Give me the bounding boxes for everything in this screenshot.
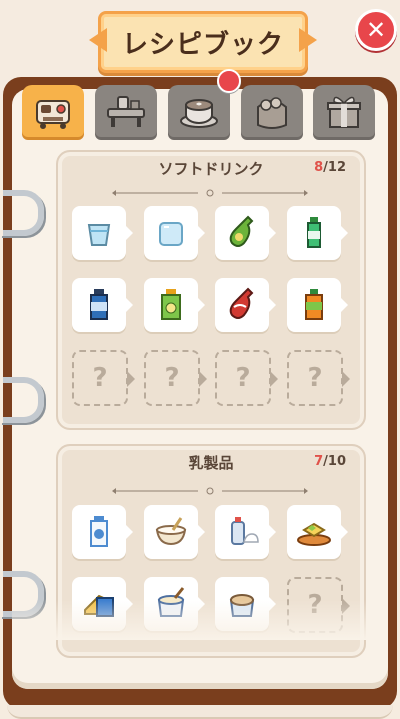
latte-icon [180, 99, 218, 128]
collection-count: 8/12 [314, 160, 346, 175]
tab-latte[interactable] [168, 85, 230, 137]
workbench-icon [107, 96, 145, 127]
recipe-slot[interactable] [72, 278, 133, 332]
title-plate: レシピブック [98, 11, 308, 73]
tab-gift[interactable] [313, 85, 375, 137]
recipe-slot[interactable] [287, 206, 348, 260]
milk-bottle-icon [90, 516, 108, 547]
ornament-divider [112, 487, 308, 495]
page-edge [7, 705, 393, 719]
whipped-cream-icon [231, 517, 259, 545]
blue-bottle-icon [90, 289, 108, 320]
soda-bottle-icon [307, 217, 321, 248]
recipe-slot[interactable] [72, 505, 133, 559]
page-title: レシピブック [121, 29, 284, 60]
tab-bread[interactable] [241, 85, 303, 137]
ornament-divider [112, 189, 308, 197]
butter-plate-icon [297, 522, 331, 546]
water-glass-icon [87, 224, 111, 246]
notification-dot [217, 69, 241, 93]
ice-cube-icon [159, 222, 183, 246]
cola-bottle-icon [229, 287, 254, 319]
bread-bag-icon [257, 97, 287, 129]
recipe-slot[interactable] [287, 505, 348, 559]
lime-juice-icon [161, 289, 181, 320]
recipe-slot[interactable] [144, 206, 205, 260]
locked-slot[interactable]: ? [215, 350, 278, 406]
green-bottle-icon [229, 215, 254, 247]
recipe-slot[interactable] [287, 278, 348, 332]
tab-machine[interactable] [22, 85, 84, 137]
close-icon: ✕ [365, 16, 387, 44]
recipe-slot[interactable] [215, 278, 276, 332]
binder-ring [0, 377, 44, 423]
tab-workbench[interactable] [95, 85, 157, 137]
collection-count: 7/10 [314, 454, 346, 469]
recipe-slot[interactable] [72, 206, 133, 260]
recipe-slot[interactable] [215, 505, 276, 559]
recipe-slot[interactable] [144, 505, 205, 559]
locked-slot[interactable]: ? [287, 350, 350, 406]
locked-slot[interactable]: ? [72, 350, 135, 406]
binder-ring [0, 190, 44, 236]
gift-icon [327, 96, 361, 128]
locked-slot[interactable]: ? [144, 350, 207, 406]
yogurt-bowl-icon [155, 517, 187, 546]
recipe-slot[interactable] [144, 278, 205, 332]
orange-soda-icon [305, 289, 323, 320]
recipe-slot[interactable] [215, 206, 276, 260]
coffee-machine-icon [36, 100, 70, 129]
close-button[interactable]: ✕ [355, 9, 397, 51]
scroll-fade [12, 600, 388, 640]
